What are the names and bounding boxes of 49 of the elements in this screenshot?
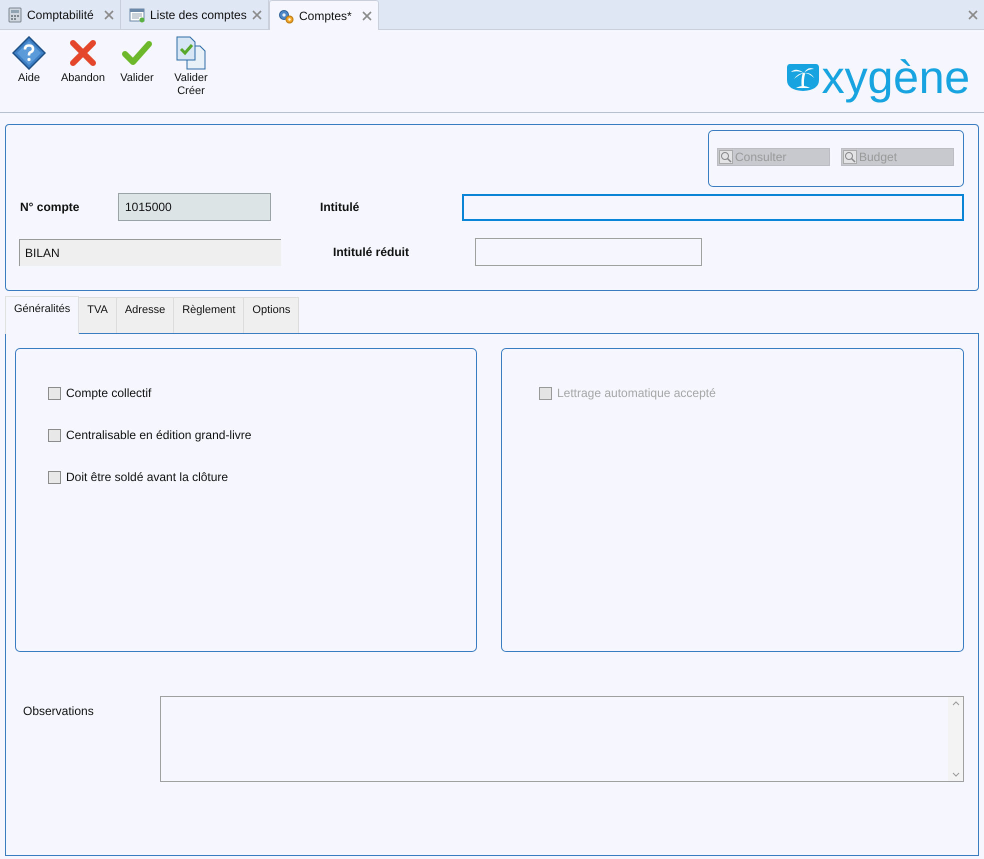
tab-label: Liste des comptes — [150, 6, 247, 24]
magnifier-icon — [843, 150, 857, 164]
field-label: Observations — [22, 703, 95, 720]
document-tab[interactable]: Liste des comptes — [121, 0, 269, 29]
scroll-up-icon[interactable] — [952, 701, 960, 706]
checkbox-label: Centralisable en édition grand-livre — [66, 427, 252, 444]
category-field: BILAN — [19, 238, 281, 266]
toolbar-button[interactable]: Aide — [4, 35, 54, 98]
list-icon — [129, 6, 145, 22]
tab-label: Comptes* — [299, 8, 353, 24]
close-icon — [69, 39, 97, 67]
magnifier-icon — [719, 150, 733, 164]
form-tab[interactable]: Adresse — [116, 297, 174, 333]
short-title-field[interactable] — [475, 238, 702, 266]
scroll-down-icon[interactable] — [952, 772, 960, 777]
account-number-field[interactable]: 1015000 — [118, 193, 271, 221]
close-icon[interactable] — [252, 10, 262, 20]
help-icon — [12, 36, 46, 70]
scrollbar[interactable] — [948, 697, 963, 781]
checkbox-label: Lettrage automatique accepté — [557, 385, 716, 402]
checkbox[interactable] — [48, 386, 61, 400]
document-tab[interactable]: Comptabilité — [0, 0, 121, 29]
gears-icon — [278, 8, 294, 24]
close-icon[interactable] — [968, 10, 978, 20]
form-tab[interactable]: Règlement — [174, 297, 244, 333]
field-label: N° compte — [19, 199, 80, 216]
title-field[interactable] — [462, 194, 964, 220]
close-icon[interactable] — [362, 10, 372, 20]
form-tab[interactable]: TVA — [79, 297, 117, 333]
checkbox-label: Compte collectif — [66, 385, 152, 402]
checkbox-label: Doit être soldé avant la clôture — [66, 469, 228, 486]
close-icon[interactable] — [104, 10, 114, 20]
toolbar-button[interactable]: Abandon — [58, 35, 108, 98]
tab-label: Comptabilité — [27, 6, 95, 24]
checkbox[interactable] — [48, 428, 61, 442]
toolbar-button[interactable]: Valider Créer — [166, 35, 216, 98]
palm-tree-logo-icon — [786, 62, 820, 92]
logo-text: xygène — [822, 52, 970, 102]
toolbar-button[interactable]: Valider — [112, 35, 162, 98]
calculator-icon — [8, 6, 22, 22]
check-icon — [122, 40, 152, 66]
form-tab[interactable]: Généralités — [5, 296, 80, 334]
checkbox[interactable] — [48, 470, 61, 484]
documents-check-icon — [175, 36, 207, 70]
field-label: Intitulé — [319, 199, 360, 216]
field-label: Intitulé réduit — [332, 244, 410, 261]
form-tab[interactable]: Options — [244, 297, 300, 333]
observations-field[interactable] — [160, 696, 964, 782]
document-tab[interactable]: Comptes* — [269, 0, 379, 30]
